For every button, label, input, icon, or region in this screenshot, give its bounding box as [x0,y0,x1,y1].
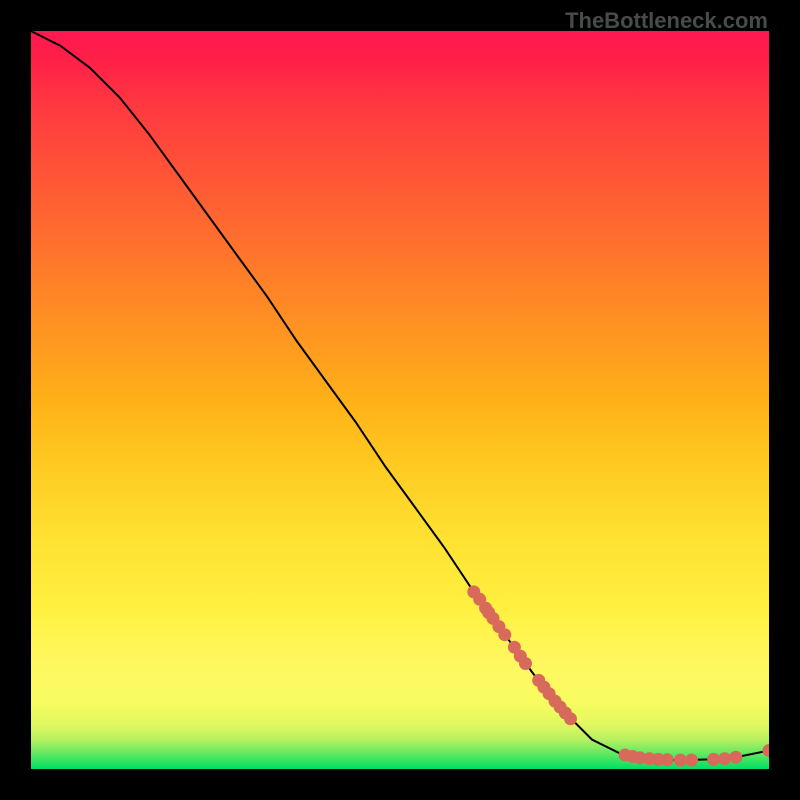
curve-line [31,31,769,760]
data-marker [729,751,742,764]
data-marker [519,657,532,670]
chart-container: TheBottleneck.com [0,0,800,800]
plot-area [31,31,769,769]
data-marker [685,754,698,767]
data-marker [661,753,674,766]
data-marker [718,752,731,765]
data-marker [707,753,720,766]
data-marker [564,712,577,725]
data-marker [498,628,511,641]
watermark-text: TheBottleneck.com [565,8,768,34]
chart-svg [31,31,769,769]
data-marker [763,744,770,757]
data-marker [674,754,687,767]
data-markers [467,585,769,766]
